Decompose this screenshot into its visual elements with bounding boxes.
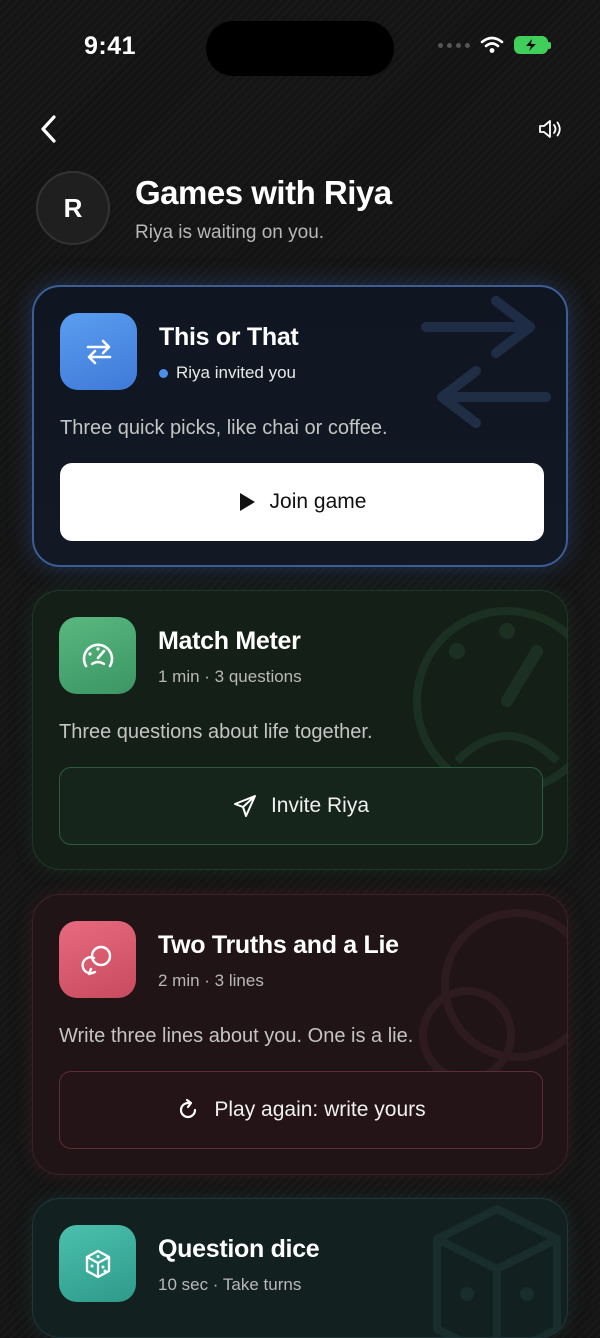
status-time: 9:41	[84, 32, 137, 60]
cellular-signal-icon	[438, 42, 470, 48]
sound-toggle-button[interactable]	[536, 114, 566, 144]
game-title: Match Meter	[158, 627, 301, 655]
join-game-button[interactable]: Join game	[60, 463, 544, 541]
status-dot	[159, 368, 168, 378]
page-subtitle: Riya is waiting on you.	[135, 222, 325, 243]
send-icon	[233, 795, 256, 817]
game-status: Riya invited you	[159, 363, 296, 383]
game-title: Question dice	[158, 1235, 320, 1263]
game-meta: 2 min · 3 lines	[158, 971, 264, 990]
chat-bubbles-icon	[59, 921, 136, 998]
speaker-icon	[539, 120, 561, 138]
wifi-icon	[480, 36, 504, 53]
refresh-icon	[180, 1098, 197, 1119]
game-card-this-or-that[interactable]: This or That Riya invited you Three quic…	[32, 285, 568, 567]
avatar[interactable]: R	[36, 171, 110, 245]
game-meta: 10 sec · Take turns	[158, 1275, 302, 1294]
game-description: Three quick picks, like chai or coffee.	[60, 417, 388, 439]
chevron-left-icon	[41, 115, 56, 143]
dynamic-island	[206, 21, 394, 76]
invite-label: Invite Riya	[270, 794, 370, 817]
play-again-button[interactable]: Play again: write yours	[59, 1071, 543, 1149]
gauge-icon	[59, 617, 136, 694]
game-title: This or That	[159, 323, 299, 351]
status-bar: 9:41	[0, 0, 600, 96]
play-again-label: Play again: write yours	[214, 1098, 426, 1121]
game-description: Three questions about life together.	[59, 721, 373, 743]
play-icon	[239, 493, 255, 511]
swap-arrows-icon	[60, 313, 137, 390]
battery-charging-icon	[514, 36, 551, 54]
join-game-label: Join game	[269, 490, 367, 513]
dice-icon	[433, 1205, 561, 1337]
invite-button[interactable]: Invite Riya	[59, 767, 543, 845]
game-card-question-dice[interactable]: Question dice 10 sec · Take turns	[32, 1198, 568, 1338]
game-description: Write three lines about you. One is a li…	[59, 1025, 414, 1047]
status-icons	[438, 36, 551, 54]
game-title: Two Truths and a Lie	[158, 931, 399, 959]
page-title: Games with Riya	[135, 174, 392, 211]
game-card-match-meter[interactable]: Match Meter 1 min · 3 questions Three qu…	[32, 590, 568, 870]
back-button[interactable]	[34, 112, 64, 146]
game-meta: 1 min · 3 questions	[158, 667, 302, 686]
game-card-two-truths[interactable]: Two Truths and a Lie 2 min · 3 lines Wri…	[32, 894, 568, 1175]
dice-icon	[59, 1225, 136, 1302]
game-status-text: Riya invited you	[176, 363, 297, 382]
swap-arrows-icon	[421, 296, 551, 428]
